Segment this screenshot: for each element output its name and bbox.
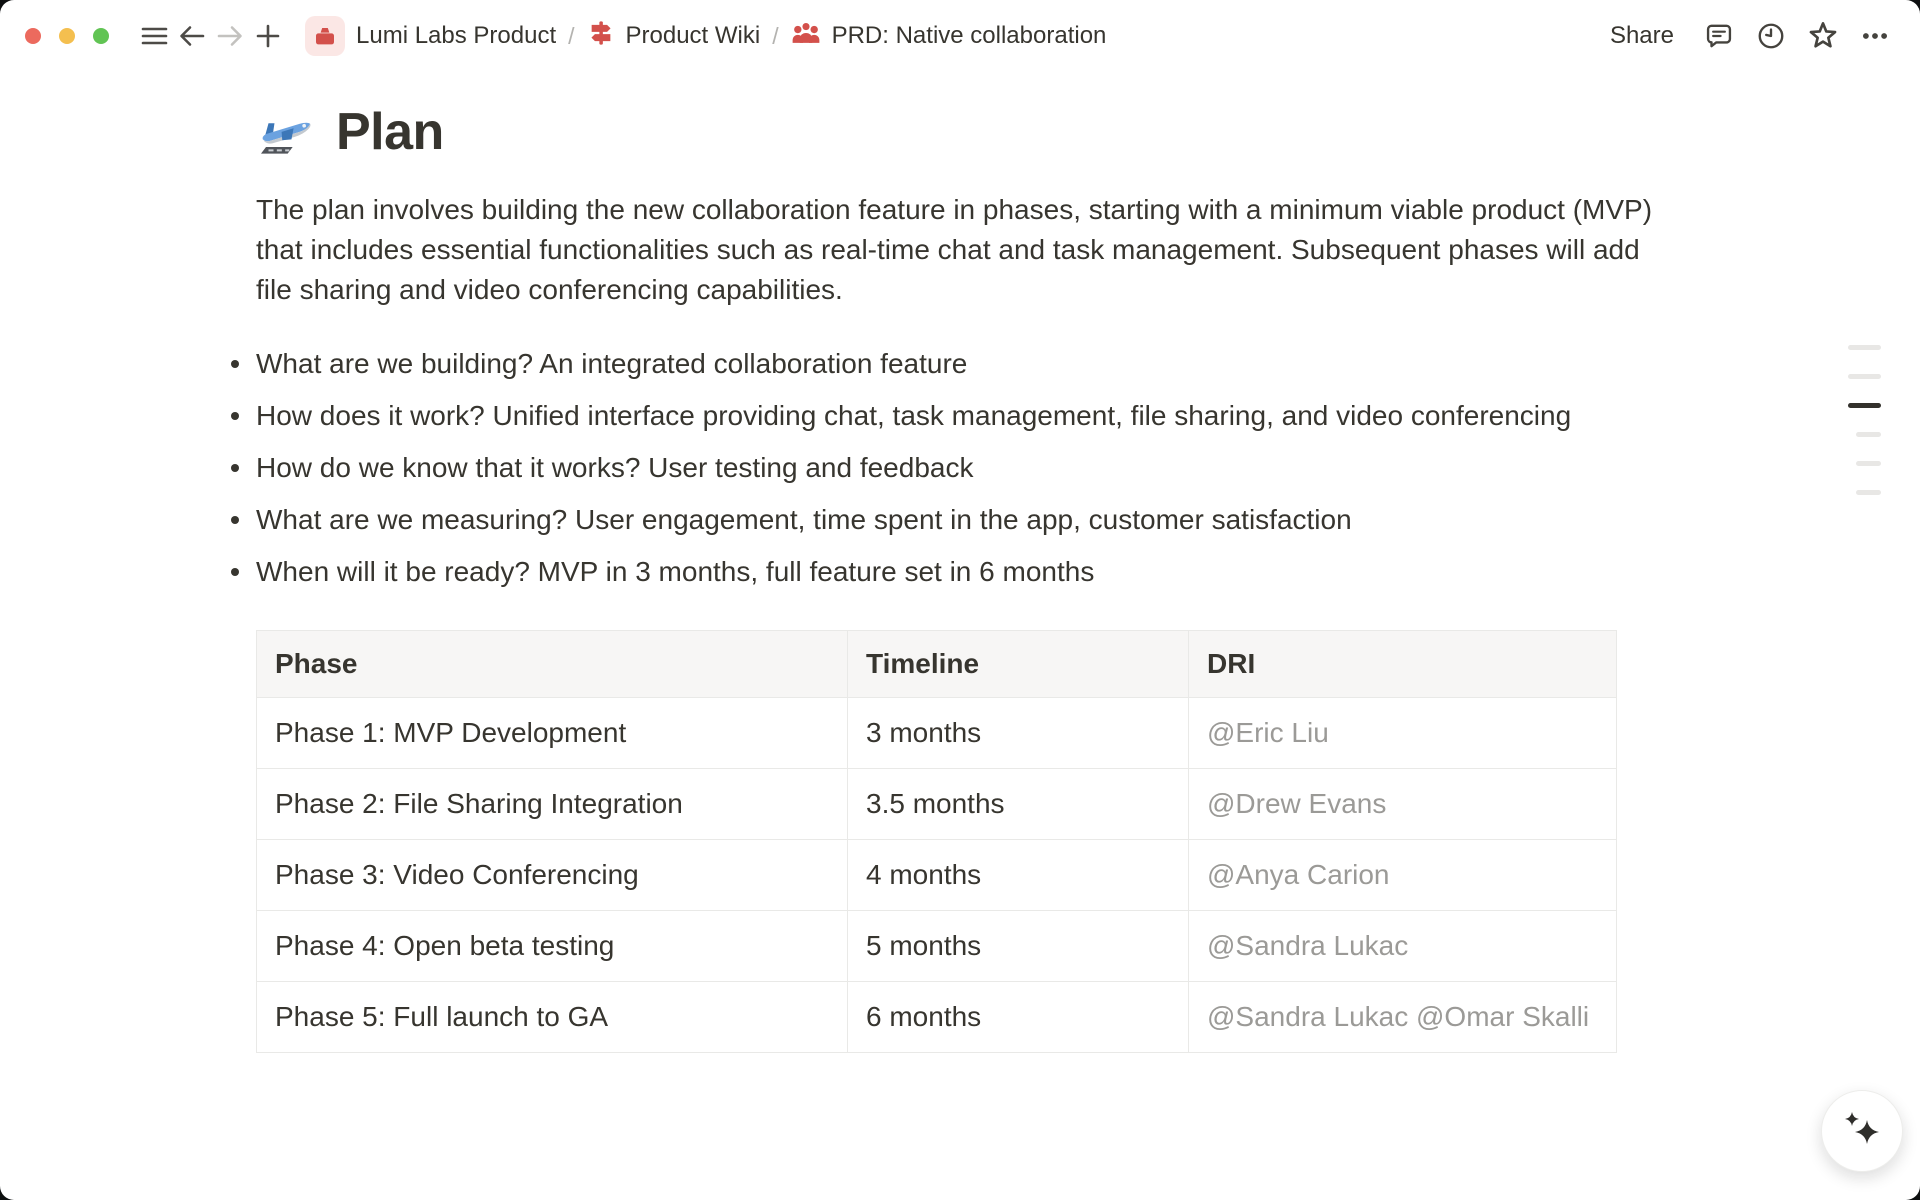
zoom-window-button[interactable] (93, 28, 109, 44)
plus-icon (255, 23, 281, 49)
phase-cell[interactable]: Phase 1: MVP Development (257, 698, 848, 769)
timeline-cell[interactable]: 6 months (848, 982, 1189, 1053)
page-outline-indicator (1848, 345, 1881, 495)
column-header-phase[interactable]: Phase (257, 631, 848, 698)
table-row: Phase 5: Full launch to GA 6 months @San… (257, 982, 1617, 1053)
ellipsis-icon (1860, 21, 1890, 51)
breadcrumb-label: Product Wiki (626, 22, 761, 50)
breadcrumb-separator: / (562, 23, 580, 50)
outline-bar[interactable] (1848, 403, 1881, 408)
bullet-list: What are we building? An integrated coll… (256, 338, 1676, 598)
notion-window: Lumi Labs Product / Product Wiki / PRD: … (0, 0, 1920, 1200)
column-header-dri[interactable]: DRI (1189, 631, 1617, 698)
updates-button[interactable] (1752, 17, 1790, 55)
bullet-item[interactable]: What are we building? An integrated coll… (256, 338, 1636, 390)
hamburger-icon (141, 24, 168, 48)
forward-button[interactable] (211, 17, 249, 55)
phase-cell[interactable]: Phase 4: Open beta testing (257, 911, 848, 982)
airplane-departure-icon[interactable] (256, 104, 316, 160)
bullet-item[interactable]: What are we measuring? User engagement, … (256, 494, 1636, 546)
back-arrow-icon (178, 23, 206, 49)
outline-bar[interactable] (1856, 490, 1881, 495)
dri-cell[interactable]: @Sandra Lukac @Omar Skalli (1189, 982, 1617, 1053)
page-title: Plan (256, 102, 1676, 162)
table-row: Phase 1: MVP Development 3 months @Eric … (257, 698, 1617, 769)
dri-cell[interactable]: @Sandra Lukac (1189, 911, 1617, 982)
breadcrumb-label: PRD: Native collaboration (832, 22, 1107, 50)
page-title-text[interactable]: Plan (336, 102, 444, 162)
breadcrumb-separator: / (766, 23, 784, 50)
bullet-item[interactable]: How does it work? Unified interface prov… (256, 390, 1636, 442)
table-header-row: Phase Timeline DRI (257, 631, 1617, 698)
titlebar-actions: Share (1598, 16, 1894, 56)
titlebar: Lumi Labs Product / Product Wiki / PRD: … (0, 0, 1920, 72)
outline-bar[interactable] (1856, 432, 1881, 437)
bullet-item[interactable]: How do we know that it works? User testi… (256, 442, 1636, 494)
dri-cell[interactable]: @Eric Liu (1189, 698, 1617, 769)
outline-bar[interactable] (1848, 374, 1881, 379)
table-row: Phase 4: Open beta testing 5 months @San… (257, 911, 1617, 982)
breadcrumb: Lumi Labs Product / Product Wiki / PRD: … (299, 12, 1112, 60)
comment-icon (1704, 21, 1734, 51)
briefcase-icon (305, 16, 345, 56)
breadcrumb-item-product-wiki[interactable]: Product Wiki (581, 15, 767, 58)
favorite-button[interactable] (1804, 17, 1842, 55)
column-header-timeline[interactable]: Timeline (848, 631, 1189, 698)
intro-paragraph[interactable]: The plan involves building the new colla… (256, 190, 1676, 310)
breadcrumb-label: Lumi Labs Product (356, 22, 556, 50)
new-page-button[interactable] (249, 17, 287, 55)
forward-arrow-icon (216, 23, 244, 49)
page-content: Plan The plan involves building the new … (256, 102, 1676, 1053)
phase-cell[interactable]: Phase 2: File Sharing Integration (257, 769, 848, 840)
timeline-cell[interactable]: 5 months (848, 911, 1189, 982)
dri-cell[interactable]: @Anya Carion (1189, 840, 1617, 911)
traffic-lights (25, 28, 109, 44)
signpost-icon (587, 19, 615, 54)
more-options-button[interactable] (1856, 17, 1894, 55)
star-icon (1807, 20, 1839, 52)
phases-table: Phase Timeline DRI Phase 1: MVP Developm… (256, 630, 1617, 1053)
table-row: Phase 2: File Sharing Integration 3.5 mo… (257, 769, 1617, 840)
minimize-window-button[interactable] (59, 28, 75, 44)
sparkles-icon (1841, 1108, 1883, 1155)
phase-cell[interactable]: Phase 3: Video Conferencing (257, 840, 848, 911)
notion-ai-button[interactable] (1821, 1090, 1903, 1172)
timeline-cell[interactable]: 3.5 months (848, 769, 1189, 840)
breadcrumb-item-workspace[interactable]: Lumi Labs Product (299, 12, 562, 60)
table-row: Phase 3: Video Conferencing 4 months @An… (257, 840, 1617, 911)
phase-cell[interactable]: Phase 5: Full launch to GA (257, 982, 848, 1053)
timeline-cell[interactable]: 4 months (848, 840, 1189, 911)
outline-bar[interactable] (1856, 461, 1881, 466)
bullet-item[interactable]: When will it be ready? MVP in 3 months, … (256, 546, 1636, 598)
share-button[interactable]: Share (1598, 16, 1686, 56)
back-button[interactable] (173, 17, 211, 55)
timeline-cell[interactable]: 3 months (848, 698, 1189, 769)
close-window-button[interactable] (25, 28, 41, 44)
breadcrumb-item-current-page[interactable]: PRD: Native collaboration (785, 14, 1113, 59)
outline-bar[interactable] (1848, 345, 1881, 350)
dri-cell[interactable]: @Drew Evans (1189, 769, 1617, 840)
clock-icon (1756, 21, 1786, 51)
comments-button[interactable] (1700, 17, 1738, 55)
people-icon (791, 18, 821, 55)
sidebar-toggle-button[interactable] (135, 17, 173, 55)
